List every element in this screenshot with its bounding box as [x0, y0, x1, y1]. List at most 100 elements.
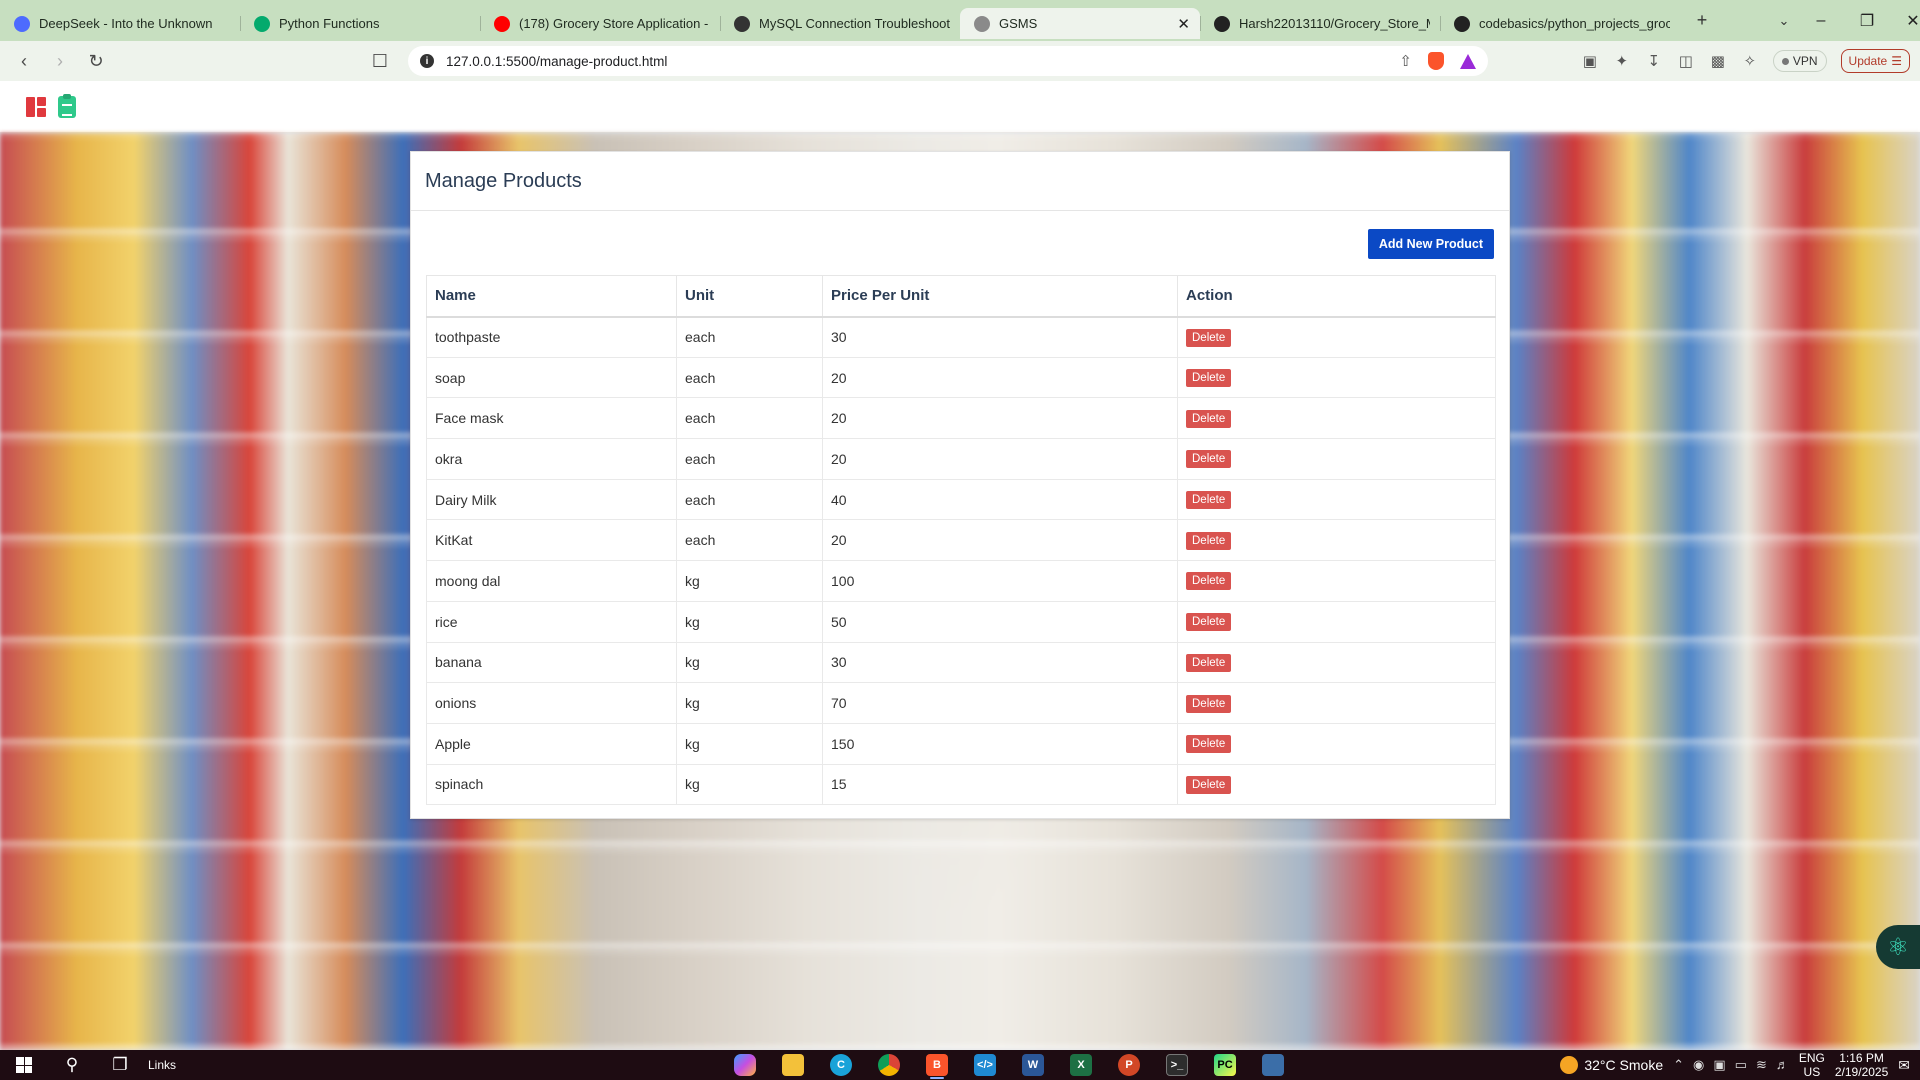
browser-tab[interactable]: DeepSeek - Into the Unknown [0, 8, 240, 39]
product-action-cell: Delete [1177, 397, 1496, 440]
table-row: Dairy Milk each 40 Delete [426, 478, 1496, 521]
browser-tab[interactable]: Python Functions [240, 8, 480, 39]
product-unit-cell: kg [676, 722, 823, 765]
delete-button[interactable]: Delete [1186, 409, 1232, 428]
product-action-cell: Delete [1177, 722, 1496, 765]
links-toolbar[interactable]: Links [148, 1058, 176, 1072]
table-row: soap each 20 Delete [426, 356, 1496, 399]
dashboard-logo-icon[interactable] [26, 96, 46, 117]
canva-icon[interactable]: C [824, 1050, 858, 1080]
mysql-workbench-icon[interactable] [1256, 1050, 1290, 1080]
minimize-icon[interactable]: – [1798, 0, 1844, 41]
column-header-name: Name [426, 275, 677, 318]
add-new-product-button[interactable]: Add New Product [1367, 229, 1494, 259]
product-price-cell: 20 [822, 519, 1178, 562]
browser-tab[interactable]: (178) Grocery Store Application - 5. [480, 8, 720, 39]
lang-bottom: US [1803, 1065, 1821, 1079]
battery-icon[interactable]: ▭ [1735, 1057, 1747, 1073]
download-icon[interactable]: ↧ [1645, 52, 1663, 70]
product-action-cell: Delete [1177, 519, 1496, 562]
start-button[interactable] [0, 1057, 48, 1073]
tab-title: MySQL Connection Troubleshooting [759, 16, 950, 31]
terminal-icon[interactable]: >_ [1160, 1050, 1194, 1080]
weather-text: 32°C Smoke [1584, 1057, 1664, 1073]
brave-browser-icon[interactable]: B [920, 1050, 954, 1080]
display-icon[interactable]: ▣ [1713, 1057, 1725, 1073]
close-window-icon[interactable]: ✕ [1890, 0, 1920, 41]
back-icon[interactable]: ‹ [10, 47, 38, 75]
puzzle-icon[interactable]: ✦ [1613, 52, 1631, 70]
column-header-action: Action [1177, 275, 1496, 318]
volume-icon[interactable]: ♬ [1776, 1057, 1789, 1073]
delete-button[interactable]: Delete [1186, 735, 1232, 754]
address-bar[interactable]: i 127.0.0.1:5500/manage-product.html ⇧ [408, 46, 1488, 76]
delete-button[interactable]: Delete [1186, 694, 1232, 713]
column-header-unit: Unit [676, 275, 823, 318]
product-price-cell: 70 [822, 682, 1178, 724]
brave-rewards-icon[interactable] [1460, 53, 1476, 69]
panel-actions: Add New Product [426, 229, 1494, 259]
tab-search-icon[interactable]: ⌄ [1770, 13, 1798, 29]
clipboard-logo-icon[interactable] [58, 93, 76, 118]
powerpoint-icon[interactable]: P [1112, 1050, 1146, 1080]
language-indicator[interactable]: ENG US [1799, 1051, 1825, 1079]
pycharm-icon[interactable]: PC [1208, 1050, 1242, 1080]
delete-button[interactable]: Delete [1186, 450, 1232, 469]
notifications-icon[interactable]: ✉ [1898, 1057, 1910, 1074]
window-controls: – ❐ ✕ [1798, 0, 1920, 41]
system-tray: 32°C Smoke ⌃ ◉ ▣ ▭ ≋ ♬ ENG US 1:16 PM 2/… [1560, 1051, 1920, 1079]
excel-icon[interactable]: X [1064, 1050, 1098, 1080]
share-icon[interactable]: ⇧ [1399, 52, 1412, 70]
product-price-cell: 50 [822, 600, 1178, 643]
url-text: 127.0.0.1:5500/manage-product.html [446, 53, 668, 69]
reload-icon[interactable]: ↻ [82, 47, 110, 75]
browser-tab[interactable]: Harsh22013110/Grocery_Store_Man [1200, 8, 1440, 39]
update-button[interactable]: Update ☰ [1840, 49, 1910, 73]
file-explorer-icon[interactable] [776, 1050, 810, 1080]
github-icon [1214, 15, 1230, 32]
show-hidden-icons-icon[interactable]: ⌃ [1673, 1057, 1684, 1073]
bookmark-icon[interactable]: ☐ [366, 47, 394, 75]
site-info-icon[interactable]: i [420, 54, 434, 68]
wifi-icon[interactable]: ≋ [1756, 1057, 1767, 1073]
restore-icon[interactable]: ❐ [1844, 0, 1890, 41]
delete-button[interactable]: Delete [1186, 531, 1232, 550]
browser-tab[interactable]: GSMS ✕ [960, 8, 1200, 39]
search-icon[interactable]: ⚲ [48, 1055, 96, 1075]
delete-button[interactable]: Delete [1186, 328, 1232, 347]
leo-ai-icon[interactable]: ✧ [1741, 52, 1759, 70]
ai-assistant-icon[interactable]: ⚛ [1876, 925, 1920, 969]
delete-button[interactable]: Delete [1186, 572, 1232, 591]
copilot-icon[interactable] [728, 1050, 762, 1080]
forward-icon[interactable]: › [46, 47, 74, 75]
table-header-row: Name Unit Price Per Unit Action [426, 275, 1496, 318]
weather-widget[interactable]: 32°C Smoke [1560, 1056, 1663, 1074]
delete-button[interactable]: Delete [1186, 491, 1232, 510]
task-view-icon[interactable]: ❐ [96, 1055, 144, 1075]
camera-icon[interactable]: ◉ [1693, 1057, 1704, 1073]
chrome-icon[interactable] [872, 1050, 906, 1080]
delete-button[interactable]: Delete [1186, 775, 1232, 794]
vpn-label: VPN [1792, 54, 1818, 68]
close-tab-icon[interactable]: ✕ [1177, 15, 1190, 33]
column-header-price: Price Per Unit [822, 275, 1178, 318]
table-row: spinach kg 15 Delete [426, 763, 1496, 806]
product-unit-cell: kg [676, 560, 823, 602]
wallet-icon[interactable]: ▩ [1709, 52, 1727, 70]
clock[interactable]: 1:16 PM 2/19/2025 [1835, 1051, 1888, 1079]
brave-shields-icon[interactable] [1428, 52, 1444, 70]
extension-icon[interactable]: ▣ [1581, 52, 1599, 70]
delete-button[interactable]: Delete [1186, 653, 1232, 672]
product-unit-cell: kg [676, 763, 823, 806]
vscode-icon[interactable]: </> [968, 1050, 1002, 1080]
browser-tab[interactable]: MySQL Connection Troubleshooting [720, 8, 960, 39]
vpn-button[interactable]: VPN [1772, 50, 1827, 72]
delete-button[interactable]: Delete [1186, 369, 1232, 388]
word-icon[interactable]: W [1016, 1050, 1050, 1080]
browser-tab[interactable]: codebasics/python_projects_grocer [1440, 8, 1680, 39]
sidebar-icon[interactable]: ◫ [1677, 52, 1695, 70]
new-tab-icon[interactable]: + [1688, 10, 1716, 31]
product-action-cell: Delete [1177, 600, 1496, 643]
taskbar-left: ⚲ ❐ Links [0, 1050, 176, 1080]
delete-button[interactable]: Delete [1186, 613, 1232, 632]
